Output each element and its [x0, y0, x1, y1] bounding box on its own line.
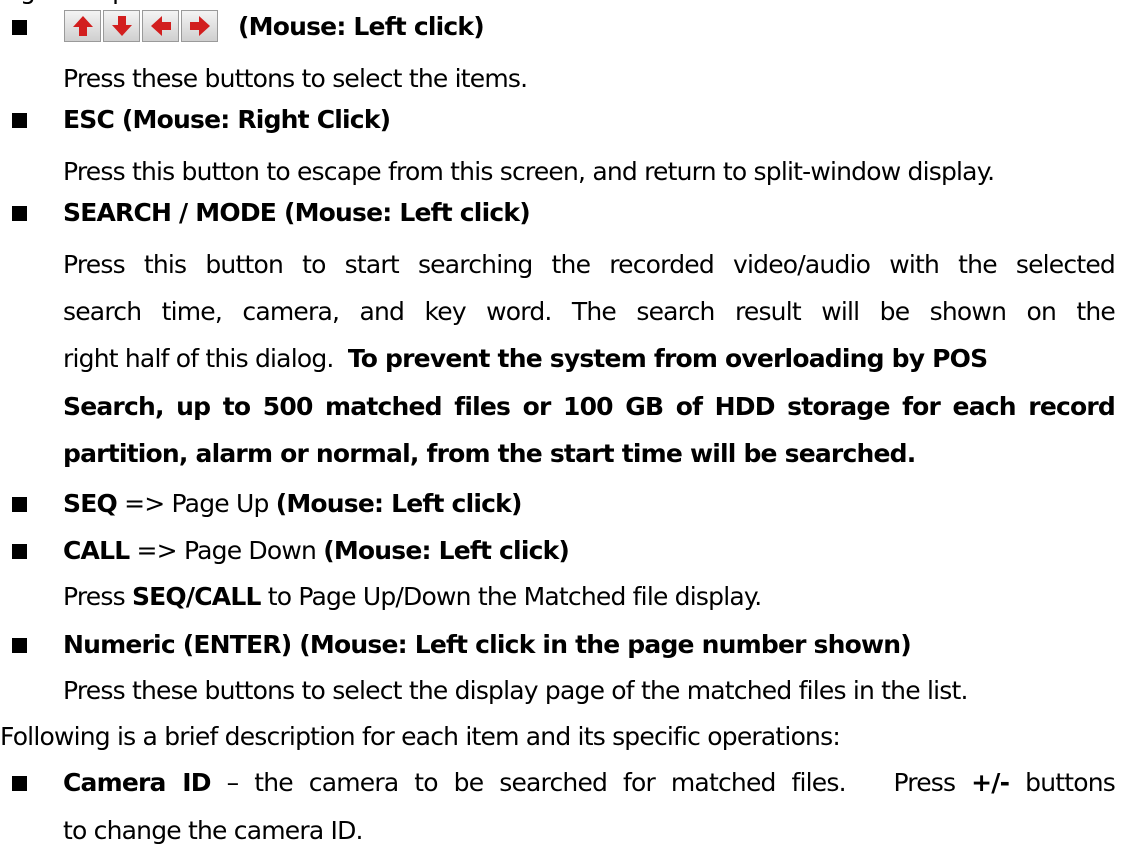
document-page: given operations (Mouse: Left click) Pre…	[0, 0, 1125, 852]
cropped-top-text: given operations	[20, 0, 260, 8]
left-arrow-icon	[142, 10, 179, 42]
search-mode-title: SEARCH / MODE (Mouse: Left click)	[63, 198, 531, 227]
up-arrow-icon	[64, 10, 101, 42]
seq-line: SEQ => Page Up (Mouse: Left click)	[63, 489, 522, 518]
seqcall-desc: Press SEQ/CALL to Page Up/Down the Match…	[63, 582, 762, 611]
bullet-seq	[12, 497, 27, 512]
search-mode-desc-line1: Press this button to start searching the…	[63, 250, 1116, 279]
search-mode-desc-line3: right half of this dialog. To prevent th…	[63, 344, 988, 373]
bullet-search-mode	[12, 206, 27, 221]
arrow-keys-mouse: (Mouse: Left click)	[238, 12, 485, 41]
esc-desc: Press this button to escape from this sc…	[63, 157, 995, 186]
esc-title: ESC (Mouse: Right Click)	[63, 105, 391, 134]
following-paragraph: Following is a brief description for eac…	[0, 722, 841, 751]
search-mode-desc-line5: partition, alarm or normal, from the sta…	[63, 439, 916, 468]
arrow-keys-desc: Press these buttons to select the items.	[63, 64, 528, 93]
bullet-esc	[12, 113, 27, 128]
bullet-camera-id	[12, 776, 27, 791]
down-arrow-icon	[103, 10, 140, 42]
search-mode-desc-line2: search time, camera, and key word. The s…	[63, 297, 1116, 326]
numeric-desc: Press these buttons to select the displa…	[63, 676, 968, 705]
camera-id-line1: Camera ID – the camera to be searched fo…	[63, 768, 1116, 797]
search-mode-desc-line4: Search, up to 500 matched files or 100 G…	[63, 392, 1116, 421]
bullet-call	[12, 544, 27, 559]
call-line: CALL => Page Down (Mouse: Left click)	[63, 536, 570, 565]
numeric-title: Numeric (ENTER) (Mouse: Left click in th…	[63, 630, 912, 659]
bullet-numeric	[12, 638, 27, 653]
arrow-buttons-image	[64, 10, 220, 42]
right-arrow-icon	[181, 10, 218, 42]
bullet-arrow-keys	[12, 20, 27, 35]
camera-id-line2: to change the camera ID.	[63, 816, 363, 845]
